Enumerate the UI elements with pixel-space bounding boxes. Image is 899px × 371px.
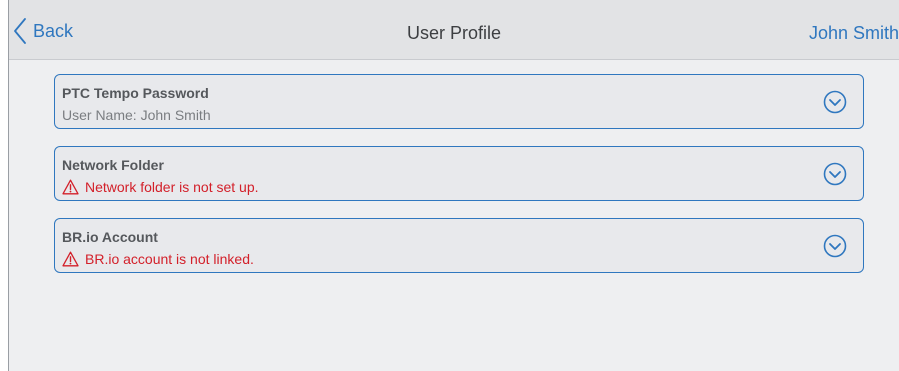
chevron-down-circle-icon[interactable] (823, 234, 847, 258)
chevron-down-circle-icon[interactable] (823, 162, 847, 186)
profile-card-list: PTC Tempo Password User Name: John Smith… (54, 74, 864, 290)
chevron-down-circle-icon[interactable] (823, 90, 847, 114)
card-title: BR.io Account (62, 229, 158, 245)
card-subtitle: User Name: John Smith (62, 107, 211, 123)
navbar: Back User Profile John Smith (9, 0, 899, 60)
card-network-folder[interactable]: Network Folder Network folder is not set… (54, 146, 864, 201)
card-title: Network Folder (62, 157, 164, 173)
warning-icon (62, 179, 79, 195)
card-subtitle-text: BR.io account is not linked. (85, 251, 254, 267)
card-subtitle-text: User Name: John Smith (62, 107, 211, 123)
card-subtitle: Network folder is not set up. (62, 179, 259, 195)
page-title: User Profile (406, 23, 502, 43)
user-name-link[interactable]: John Smith (809, 23, 899, 44)
card-ptc-tempo-password[interactable]: PTC Tempo Password User Name: John Smith (54, 74, 864, 129)
card-subtitle: BR.io account is not linked. (62, 251, 254, 267)
screen: Back User Profile John Smith PTC Tempo P… (8, 0, 899, 371)
warning-icon (62, 251, 79, 267)
card-subtitle-text: Network folder is not set up. (85, 179, 259, 195)
card-title: PTC Tempo Password (62, 85, 209, 101)
card-brio-account[interactable]: BR.io Account BR.io account is not linke… (54, 218, 864, 273)
